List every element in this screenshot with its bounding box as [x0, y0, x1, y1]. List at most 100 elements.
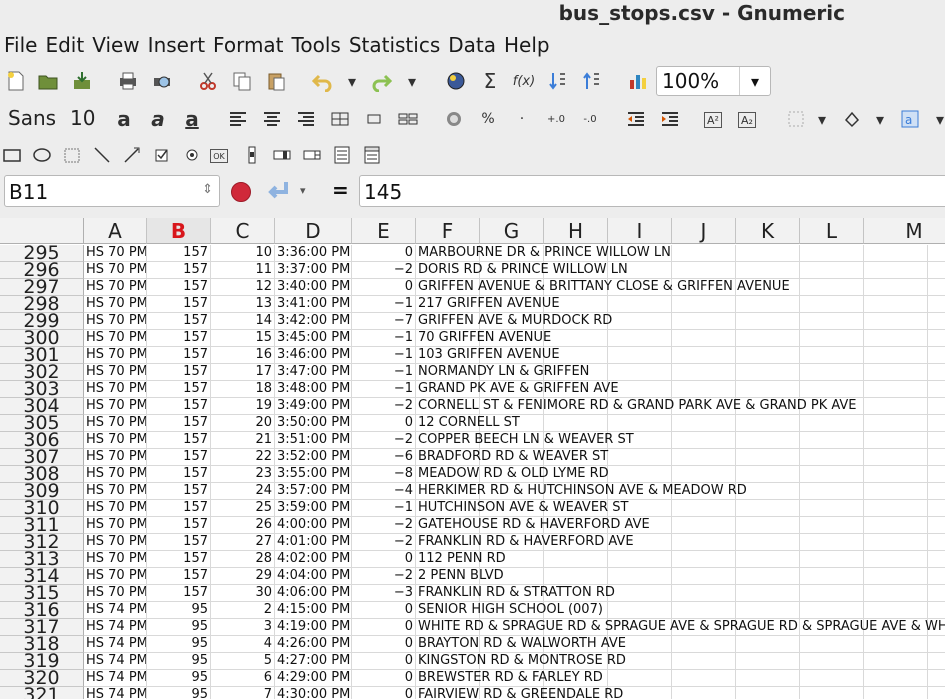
cell-e[interactable]: 0: [352, 245, 416, 262]
sum-icon[interactable]: Σ: [478, 69, 502, 93]
cell-d[interactable]: 4:19:00 PM: [275, 619, 352, 636]
sort-ascending-icon[interactable]: [546, 69, 570, 93]
cell-d[interactable]: 4:06:00 PM: [275, 585, 352, 602]
cell-d[interactable]: 3:45:00 PM: [275, 330, 352, 347]
cell-b[interactable]: 157: [147, 568, 211, 585]
chevron-down-icon[interactable]: ▾: [300, 184, 306, 197]
cell-c[interactable]: 24: [211, 483, 275, 500]
cell-f[interactable]: WHITE RD & SPRAGUE RD & SPRAGUE AVE & SP…: [416, 619, 945, 636]
cell-c[interactable]: 30: [211, 585, 275, 602]
cell-a[interactable]: HS 70 PM: [84, 245, 147, 262]
cell-d[interactable]: 4:00:00 PM: [275, 517, 352, 534]
cell-f[interactable]: 2 PENN BLVD: [416, 568, 945, 585]
cell-c[interactable]: 4: [211, 636, 275, 653]
column-header-d[interactable]: D: [275, 218, 352, 244]
cell-b[interactable]: 157: [147, 466, 211, 483]
cell-a[interactable]: HS 70 PM: [84, 517, 147, 534]
cell-c[interactable]: 21: [211, 432, 275, 449]
cell-e[interactable]: −1: [352, 296, 416, 313]
cell-a[interactable]: HS 70 PM: [84, 534, 147, 551]
cell-a[interactable]: HS 74 PM: [84, 670, 147, 687]
cell-e[interactable]: −1: [352, 347, 416, 364]
cell-d[interactable]: 3:59:00 PM: [275, 500, 352, 517]
cell-f[interactable]: BRADFORD RD & WEAVER ST: [416, 449, 945, 466]
cell-f[interactable]: CORNELL ST & FENIMORE RD & GRAND PARK AV…: [416, 398, 945, 415]
redo-dropdown-icon[interactable]: ▾: [400, 69, 424, 93]
cell-f[interactable]: BREWSTER RD & FARLEY RD: [416, 670, 945, 687]
cell-b[interactable]: 157: [147, 483, 211, 500]
cell-a[interactable]: HS 70 PM: [84, 279, 147, 296]
cell-c[interactable]: 11: [211, 262, 275, 279]
cell-reference-box[interactable]: B11 ⇕: [4, 175, 220, 207]
cell-a[interactable]: HS 70 PM: [84, 466, 147, 483]
menu-insert[interactable]: Insert: [144, 30, 209, 60]
copy-icon[interactable]: [230, 69, 254, 93]
cell-d[interactable]: 4:01:00 PM: [275, 534, 352, 551]
save-file-icon[interactable]: [70, 69, 94, 93]
cell-b[interactable]: 157: [147, 449, 211, 466]
cell-d[interactable]: 3:36:00 PM: [275, 245, 352, 262]
cell-c[interactable]: 27: [211, 534, 275, 551]
cell-a[interactable]: HS 70 PM: [84, 432, 147, 449]
checkbox-tool-icon[interactable]: [150, 143, 174, 167]
chevron-down-icon[interactable]: ▾: [739, 67, 770, 95]
font-color-dropdown-icon[interactable]: ▾: [928, 107, 945, 131]
merge-cells-icon[interactable]: [328, 107, 352, 131]
frame-tool-icon[interactable]: [60, 143, 84, 167]
spin-button-tool-icon[interactable]: [300, 143, 324, 167]
cell-b[interactable]: 157: [147, 381, 211, 398]
cell-b[interactable]: 95: [147, 602, 211, 619]
cell-d[interactable]: 3:46:00 PM: [275, 347, 352, 364]
arrow-tool-icon[interactable]: [120, 143, 144, 167]
column-header-g[interactable]: G: [480, 218, 544, 244]
increase-decimals-icon[interactable]: +.0: [544, 107, 568, 131]
cell-d[interactable]: 3:52:00 PM: [275, 449, 352, 466]
ellipse-tool-icon[interactable]: [30, 143, 54, 167]
cell-e[interactable]: −8: [352, 466, 416, 483]
cell-a[interactable]: HS 70 PM: [84, 364, 147, 381]
cell-f[interactable]: GATEHOUSE RD & HAVERFORD AVE: [416, 517, 945, 534]
cell-b[interactable]: 157: [147, 347, 211, 364]
paste-icon[interactable]: [264, 69, 288, 93]
cell-d[interactable]: 4:15:00 PM: [275, 602, 352, 619]
cell-c[interactable]: 10: [211, 245, 275, 262]
spreadsheet-grid[interactable]: ABCDEFGHIJKLM 295 HS 70 PM 157 10 3:36:00 PM…: [0, 218, 945, 699]
row-header[interactable]: 321: [0, 686, 84, 699]
cell-c[interactable]: 14: [211, 313, 275, 330]
cell-d[interactable]: 3:41:00 PM: [275, 296, 352, 313]
cell-a[interactable]: HS 70 PM: [84, 449, 147, 466]
cell-b[interactable]: 95: [147, 653, 211, 670]
underline-icon[interactable]: a: [180, 107, 204, 131]
combo-tool-icon[interactable]: [360, 143, 384, 167]
cell-e[interactable]: −1: [352, 381, 416, 398]
cell-e[interactable]: −3: [352, 585, 416, 602]
cell-b[interactable]: 157: [147, 500, 211, 517]
cell-c[interactable]: 19: [211, 398, 275, 415]
menu-help[interactable]: Help: [500, 30, 554, 60]
cell-b[interactable]: 157: [147, 330, 211, 347]
background-color-dropdown-icon[interactable]: ▾: [868, 107, 892, 131]
borders-dropdown-icon[interactable]: ▾: [810, 107, 834, 131]
cell-a[interactable]: HS 70 PM: [84, 415, 147, 432]
percent-icon[interactable]: %: [476, 107, 500, 131]
cell-a[interactable]: HS 70 PM: [84, 296, 147, 313]
cell-d[interactable]: 4:26:00 PM: [275, 636, 352, 653]
zoom-combo[interactable]: 100% ▾: [656, 66, 771, 96]
menu-statistics[interactable]: Statistics: [345, 30, 444, 60]
cell-d[interactable]: 3:48:00 PM: [275, 381, 352, 398]
cell-b[interactable]: 95: [147, 670, 211, 687]
cell-f[interactable]: 112 PENN RD: [416, 551, 945, 568]
cell-c[interactable]: 17: [211, 364, 275, 381]
subscript-icon[interactable]: A₂: [738, 112, 756, 128]
column-header-j[interactable]: J: [672, 218, 736, 244]
scrollbar-tool-icon[interactable]: [240, 143, 264, 167]
borders-icon[interactable]: [784, 107, 808, 131]
thousands-separator-icon[interactable]: ·: [510, 107, 534, 131]
cell-e[interactable]: 0: [352, 687, 416, 699]
cell-b[interactable]: 157: [147, 585, 211, 602]
cell-e[interactable]: −4: [352, 483, 416, 500]
decrease-decimals-icon[interactable]: -.0: [578, 107, 602, 131]
cell-f[interactable]: HUTCHINSON AVE & WEAVER ST: [416, 500, 945, 517]
cell-a[interactable]: HS 70 PM: [84, 381, 147, 398]
column-header-a[interactable]: A: [84, 218, 147, 244]
